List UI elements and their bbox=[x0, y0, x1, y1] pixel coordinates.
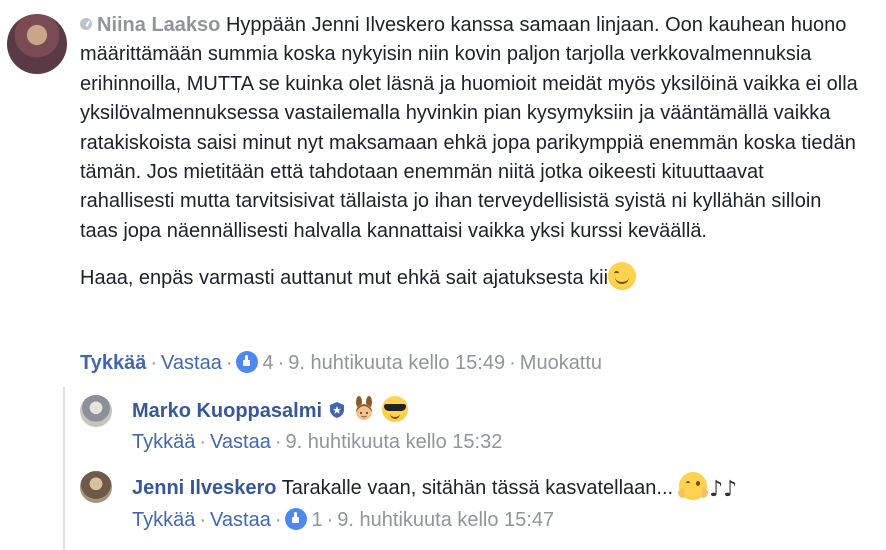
smiling-face-icon bbox=[608, 262, 637, 291]
like-count[interactable]: 1 bbox=[311, 509, 322, 531]
reply-author[interactable]: Jenni Ilveskero bbox=[132, 477, 277, 499]
reply-actions: Tykkää · Vastaa · 1 · 9. huhtikuuta kello 15:4… bbox=[132, 508, 555, 531]
like-button[interactable]: Tykkää bbox=[132, 431, 195, 453]
comment-text-2: Haaa, enpäs varmasti auttanut mut ehkä s… bbox=[80, 267, 609, 290]
avatar[interactable] bbox=[80, 471, 112, 503]
edited-label[interactable]: Muokattu bbox=[520, 352, 602, 374]
avatar[interactable] bbox=[80, 395, 112, 427]
reply-item: Marko Kuoppasalmi bbox=[132, 396, 409, 423]
hugging-face-icon bbox=[678, 472, 709, 500]
timestamp[interactable]: 9. huhtikuuta kello 15:32 bbox=[285, 431, 502, 453]
music-notes-icon: ♪♪ bbox=[709, 477, 738, 502]
comment-text: Hyppään Jenni Ilveskero kanssa samaan li… bbox=[80, 14, 858, 242]
like-count[interactable]: 4 bbox=[262, 352, 273, 374]
reply-actions: Tykkää · Vastaa · 9. huhtikuuta kello 15:32 bbox=[132, 431, 503, 453]
reply-text: Tarakalle vaan, sitähän tässä kasvatella… bbox=[281, 477, 674, 499]
reply-author[interactable]: Marko Kuoppasalmi bbox=[132, 400, 322, 422]
bunny-ears-icon bbox=[352, 396, 376, 422]
reply-button[interactable]: Vastaa bbox=[210, 431, 271, 453]
thread-line bbox=[63, 387, 65, 550]
like-icon[interactable] bbox=[285, 508, 308, 530]
like-button[interactable]: Tykkää bbox=[132, 509, 195, 531]
avatar[interactable] bbox=[7, 14, 67, 74]
comment-actions: Tykkää · Vastaa · 4 · 9. huhtikuuta kello 15:4… bbox=[80, 351, 603, 374]
status-icon bbox=[80, 18, 92, 30]
timestamp[interactable]: 9. huhtikuuta kello 15:47 bbox=[337, 509, 554, 531]
reply-item: Jenni Ilveskero Tarakalle vaan, sitähän … bbox=[132, 472, 737, 502]
like-icon[interactable] bbox=[236, 351, 259, 373]
sunglasses-face-icon bbox=[382, 396, 409, 422]
comment-author[interactable]: Niina Laakso bbox=[97, 14, 220, 36]
reply-button[interactable]: Vastaa bbox=[210, 509, 271, 531]
reply-button[interactable]: Vastaa bbox=[161, 352, 222, 374]
like-button[interactable]: Tykkää bbox=[80, 352, 146, 374]
verified-shield-icon bbox=[330, 402, 345, 418]
timestamp[interactable]: 9. huhtikuuta kello 15:49 bbox=[288, 352, 505, 374]
main-comment: Niina Laakso Hyppään Jenni Ilveskero kan… bbox=[80, 11, 860, 294]
